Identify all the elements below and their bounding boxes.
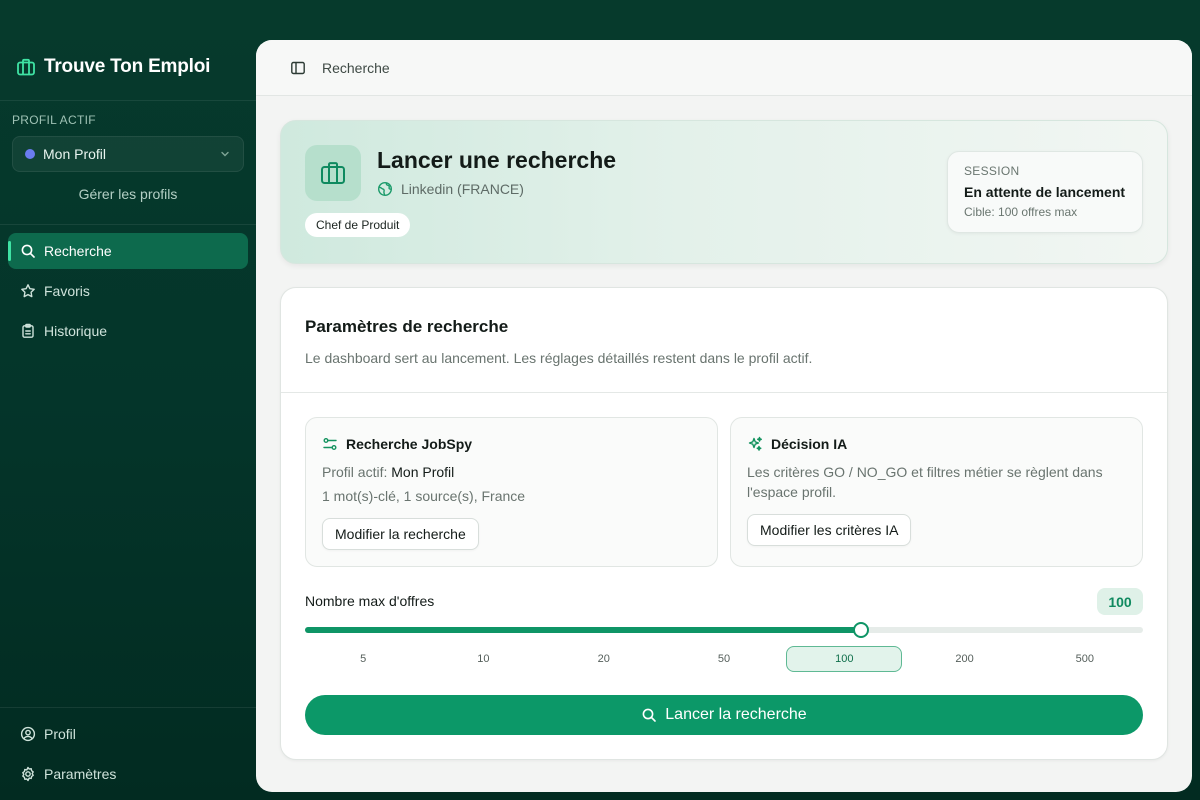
params-description: Le dashboard sert au lancement. Les régl… bbox=[305, 350, 813, 366]
jobspy-profile-label: Profil actif: bbox=[322, 464, 388, 480]
max-offers-option-5[interactable]: 5 bbox=[305, 646, 421, 672]
max-offers-option-50[interactable]: 50 bbox=[666, 646, 782, 672]
hero-badge bbox=[305, 145, 361, 201]
launch-search-label: Lancer la recherche bbox=[665, 706, 807, 723]
hero-source: Linkedin (FRANCE) bbox=[377, 181, 524, 197]
jobspy-profile-line: Profil actif: Mon Profil bbox=[322, 462, 454, 482]
gear-icon bbox=[20, 766, 36, 782]
briefcase-icon bbox=[16, 57, 36, 77]
session-target: Cible: 100 offres max bbox=[964, 205, 1078, 219]
sidebar-item-recherche[interactable]: Recherche bbox=[8, 233, 248, 269]
sidebar-divider bbox=[0, 100, 256, 101]
session-caption: SESSION bbox=[964, 164, 1020, 178]
max-offers-option-200[interactable]: 200 bbox=[906, 646, 1022, 672]
jobspy-summary: 1 mot(s)-clé, 1 source(s), France bbox=[322, 488, 526, 504]
search-icon bbox=[641, 707, 657, 723]
ia-decision-card: Décision IA Les critères GO / NO_GO et f… bbox=[730, 417, 1143, 567]
max-offers-options: 5 10 20 50 100 200 500 bbox=[305, 646, 1143, 672]
keyword-chip: Chef de Produit bbox=[305, 213, 411, 237]
hero-title: Lancer une recherche bbox=[377, 147, 617, 173]
max-offers-label: Nombre max d'offres bbox=[305, 593, 435, 609]
sidebar-divider bbox=[0, 224, 256, 225]
sidebar-divider bbox=[0, 707, 256, 708]
main-panel: Recherche Lancer une recherche Linkedin … bbox=[256, 40, 1192, 792]
manage-profiles-link[interactable]: Gérer les profils bbox=[0, 186, 256, 202]
slider-thumb[interactable] bbox=[853, 622, 870, 638]
edit-ia-criteria-button[interactable]: Modifier les critères IA bbox=[747, 514, 912, 546]
brand[interactable]: Trouve Ton Emploi bbox=[16, 54, 210, 80]
clipboard-icon bbox=[20, 323, 36, 339]
search-params-card: Paramètres de recherche Le dashboard ser… bbox=[280, 287, 1168, 760]
jobspy-profile-value: Mon Profil bbox=[391, 464, 455, 480]
ia-header: Décision IA bbox=[747, 436, 847, 452]
sidebar-item-label: Favoris bbox=[44, 283, 90, 299]
max-offers-option-20[interactable]: 20 bbox=[546, 646, 662, 672]
profile-selector[interactable]: Mon Profil bbox=[12, 136, 244, 172]
session-status: En attente de lancement bbox=[964, 184, 1126, 200]
sidebar-item-historique[interactable]: Historique bbox=[8, 313, 248, 349]
sidebar: Trouve Ton Emploi PROFIL ACTIF Mon Profi… bbox=[0, 0, 256, 800]
launch-hero-card: Lancer une recherche Linkedin (FRANCE) C… bbox=[280, 120, 1168, 264]
max-offers-value-badge: 100 bbox=[1097, 588, 1143, 615]
profile-caption: PROFIL ACTIF bbox=[12, 113, 96, 127]
sidebar-item-parametres[interactable]: Paramètres bbox=[8, 756, 248, 792]
star-icon bbox=[20, 283, 36, 299]
max-offers-option-10[interactable]: 10 bbox=[425, 646, 541, 672]
user-circle-icon bbox=[20, 726, 36, 742]
search-icon bbox=[20, 243, 36, 259]
max-offers-option-500[interactable]: 500 bbox=[1027, 646, 1143, 672]
sidebar-item-label: Profil bbox=[44, 726, 76, 742]
edit-search-button[interactable]: Modifier la recherche bbox=[322, 518, 479, 550]
jobspy-card: Recherche JobSpy Profil actif: Mon Profi… bbox=[305, 417, 718, 567]
sidebar-item-profil[interactable]: Profil bbox=[8, 716, 248, 752]
session-card: SESSION En attente de lancement Cible: 1… bbox=[947, 151, 1143, 233]
max-offers-slider[interactable] bbox=[305, 622, 1143, 638]
sidebar-item-label: Paramètres bbox=[44, 766, 117, 782]
briefcase-icon bbox=[319, 159, 347, 187]
sparkles-icon bbox=[747, 436, 763, 452]
sidebar-toggle-icon[interactable] bbox=[290, 60, 306, 76]
params-divider bbox=[281, 392, 1167, 393]
jobspy-header: Recherche JobSpy bbox=[322, 436, 472, 452]
sidebar-item-favoris[interactable]: Favoris bbox=[8, 273, 248, 309]
sliders-icon bbox=[322, 436, 338, 452]
chevron-down-icon bbox=[219, 148, 231, 160]
hero-source-label: Linkedin (FRANCE) bbox=[401, 181, 524, 197]
active-profile-name: Mon Profil bbox=[43, 146, 107, 162]
max-offers-option-100[interactable]: 100 bbox=[786, 646, 903, 672]
ia-description: Les critères GO / NO_GO et filtres métie… bbox=[747, 464, 1103, 500]
params-title: Paramètres de recherche bbox=[305, 317, 509, 336]
breadcrumb: Recherche bbox=[322, 59, 390, 76]
topbar: Recherche bbox=[256, 40, 1192, 96]
globe-icon bbox=[377, 181, 393, 197]
sidebar-item-label: Historique bbox=[44, 323, 108, 339]
profile-color-dot bbox=[25, 149, 35, 159]
ia-title: Décision IA bbox=[771, 436, 848, 452]
sidebar-item-label: Recherche bbox=[44, 243, 112, 259]
launch-search-button[interactable]: Lancer la recherche bbox=[305, 695, 1143, 735]
jobspy-title: Recherche JobSpy bbox=[346, 436, 473, 452]
app-name: Trouve Ton Emploi bbox=[44, 56, 211, 77]
slider-fill bbox=[305, 627, 862, 633]
